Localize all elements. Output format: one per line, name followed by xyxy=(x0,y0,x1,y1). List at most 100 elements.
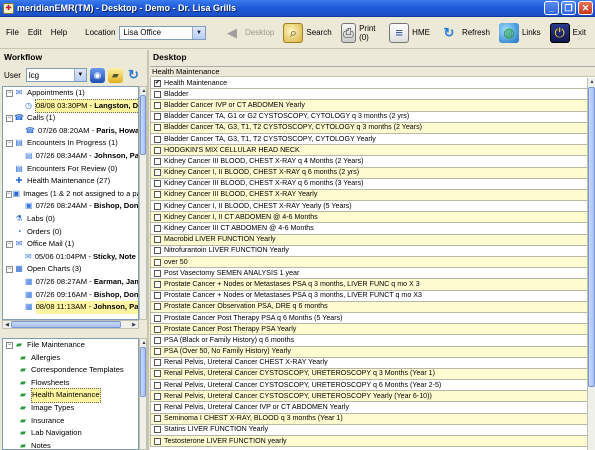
location-select[interactable]: Lisa Office ▼ xyxy=(119,25,206,40)
list-item[interactable]: Prostate Cancer Post Therapy PSA Yearly xyxy=(150,324,587,336)
workflow-vertical-scrollbar[interactable]: ▲ xyxy=(139,86,147,320)
list-item[interactable]: Prostate Cancer + Nodes or Metastases PS… xyxy=(150,290,587,302)
row-checkbox[interactable] xyxy=(154,404,161,412)
row-checkbox[interactable] xyxy=(154,292,161,300)
menu-file[interactable]: File xyxy=(6,28,19,37)
select-all-checkbox[interactable]: ✔ xyxy=(154,79,161,87)
scroll-up-icon[interactable]: ▲ xyxy=(588,78,595,85)
links-button[interactable]: ◍ Links xyxy=(498,22,541,43)
tree-folder[interactable]: − ✉ Office Mail (1) xyxy=(3,238,138,251)
row-checkbox[interactable] xyxy=(154,191,161,199)
row-checkbox[interactable] xyxy=(154,280,161,288)
list-item[interactable]: Renal Pelvis, Ureteral Cancer IVP or CT … xyxy=(150,402,587,414)
minimize-icon[interactable]: _ xyxy=(544,1,559,15)
close-icon[interactable]: ✕ xyxy=(578,1,593,15)
tree-item[interactable]: ▦07/26 08:27AM - Earman, Jame xyxy=(3,276,138,289)
file-maintenance-scrollbar[interactable]: ▲ xyxy=(139,338,147,450)
tree-item[interactable]: ▦08/08 11:13AM - Johnson, Paul xyxy=(3,301,138,314)
list-item[interactable]: Nitrofurantoin LIVER FUNCTION Yearly xyxy=(150,245,587,257)
tree-folder[interactable]: ◔ Orders (0) xyxy=(3,226,138,239)
file-maintenance-item[interactable]: ▰ Health Maintenance xyxy=(3,388,138,403)
file-maintenance-root[interactable]: − ▰ File Maintenance xyxy=(3,339,138,352)
collapse-icon[interactable]: − xyxy=(6,266,13,274)
list-item[interactable]: Bladder Cancer TA, G1 or G2 CYSTOSCOPY, … xyxy=(150,111,587,123)
row-checkbox[interactable] xyxy=(154,180,161,188)
list-item[interactable]: Kidney Cancer I, II CT ABDOMEN @ 4-6 Mon… xyxy=(150,212,587,224)
collapse-icon[interactable]: − xyxy=(6,140,13,148)
file-maintenance-tree[interactable]: − ▰ File Maintenance ▰ Allergies ▰ Correspo… xyxy=(2,338,139,450)
row-checkbox[interactable] xyxy=(154,437,161,445)
workflow-horizontal-scrollbar[interactable]: ◀ ▶ xyxy=(2,320,139,329)
tree-folder[interactable]: ▤ Encounters For Review (0) xyxy=(3,163,138,176)
row-checkbox[interactable] xyxy=(154,381,161,389)
chevron-down-icon[interactable]: ▼ xyxy=(73,69,86,81)
list-item[interactable]: Renal Pelvis, Ureteral Cancer CYSTOSCOPY… xyxy=(150,391,587,403)
collapse-icon[interactable]: − xyxy=(6,114,13,122)
row-checkbox[interactable] xyxy=(154,169,161,177)
hme-button[interactable]: ≡ HME xyxy=(389,22,430,43)
file-maintenance-item[interactable]: ▰ Notes xyxy=(3,440,138,449)
scroll-thumb[interactable] xyxy=(140,95,146,155)
workflow-filter-icon[interactable]: ◉ xyxy=(89,67,105,83)
list-item[interactable]: Renal Pelvis, Ureteral Cancer CHEST X-RA… xyxy=(150,357,587,369)
list-item[interactable]: Kidney Cancer III BLOOD, CHEST X-RAY q 6… xyxy=(150,178,587,190)
scroll-left-icon[interactable]: ◀ xyxy=(3,321,11,328)
file-maintenance-item[interactable]: ▰ Correspondence Templates xyxy=(3,364,138,377)
tree-folder[interactable]: ✚ Health Maintenance (27) xyxy=(3,175,138,188)
row-checkbox[interactable] xyxy=(154,258,161,266)
file-maintenance-item[interactable]: ▰ Lab Navigation xyxy=(3,427,138,440)
vertical-splitter[interactable] xyxy=(147,50,149,450)
list-item[interactable]: Prostate Cancer Observation PSA, DRE q 6… xyxy=(150,301,587,313)
search-button[interactable]: ⌕ Search xyxy=(283,22,332,43)
list-item[interactable]: Kidney Cancer III BLOOD, CHEST X-RAY Yea… xyxy=(150,189,587,202)
refresh-icon[interactable]: ↻ xyxy=(126,67,141,83)
workflow-tree[interactable]: − ✉ Appointments (1) ◷ 08/08 03:30PM - Langs… xyxy=(2,86,139,320)
tree-folder[interactable]: − ▤ Encounters In Progress (1) xyxy=(3,137,138,150)
list-item[interactable]: Kidney Cancer I, II BLOOD, CHEST X-RAY q… xyxy=(150,167,587,179)
list-item[interactable]: Bladder Cancer IVP or CT ABDOMEN Yearly xyxy=(150,100,587,112)
row-checkbox[interactable] xyxy=(154,113,161,121)
file-maintenance-item[interactable]: ▰ Allergies xyxy=(3,352,138,365)
collapse-icon[interactable]: − xyxy=(6,190,12,198)
list-item[interactable]: Bladder Cancer TA, G3, T1, T2 CYSTOSCOPY… xyxy=(150,122,587,134)
row-checkbox[interactable] xyxy=(154,303,161,311)
desktop-button[interactable]: ◀ Desktop xyxy=(222,23,274,43)
list-item[interactable]: HODGKIN'S MIX CELLULAR HEAD NECK xyxy=(150,145,587,157)
row-checkbox[interactable] xyxy=(154,314,161,322)
list-item[interactable]: Renal Pelvis, Ureteral Cancer CYSTOSCOPY… xyxy=(150,380,587,392)
tree-item[interactable]: ▤07/26 08:34AM - Johnson, Paul xyxy=(3,150,138,163)
list-item[interactable]: Kidney Cancer I, II BLOOD, CHEST X-RAY Y… xyxy=(150,201,587,213)
collapse-icon[interactable]: − xyxy=(6,341,13,349)
desktop-scrollbar[interactable]: ▲ xyxy=(587,78,595,450)
row-checkbox[interactable] xyxy=(154,426,161,434)
row-checkbox[interactable] xyxy=(154,157,161,165)
collapse-icon[interactable]: − xyxy=(6,240,13,248)
row-checkbox[interactable] xyxy=(154,101,161,109)
list-item[interactable]: PSA (Black or Family History) q 6 months xyxy=(150,335,587,347)
list-item[interactable]: Post Vasectomy SEMEN ANALYSIS 1 year xyxy=(150,268,587,280)
chevron-down-icon[interactable]: ▼ xyxy=(192,26,205,39)
list-item[interactable]: Kidney Cancer III CT ABDOMEN @ 4-6 Month… xyxy=(150,223,587,235)
list-item[interactable]: Prostate Cancer + Nodes or Metastases PS… xyxy=(150,279,587,291)
row-checkbox[interactable] xyxy=(154,135,161,143)
row-checkbox[interactable] xyxy=(154,348,161,356)
row-checkbox[interactable] xyxy=(154,247,161,255)
exit-button[interactable]: ⏻ Exit xyxy=(549,22,586,43)
print-button[interactable]: ⎙ Print (0) xyxy=(340,22,380,43)
file-maintenance-item[interactable]: ▰ Image Types xyxy=(3,402,138,415)
list-item[interactable]: Macrobid LIVER FUNCTION Yearly xyxy=(150,234,587,246)
maximize-icon[interactable]: ❐ xyxy=(561,1,576,15)
row-checkbox[interactable] xyxy=(154,370,161,378)
list-item[interactable]: PSA (Over 50, No Family History) Yearly xyxy=(150,346,587,358)
collapse-icon[interactable]: − xyxy=(6,89,13,97)
list-item[interactable]: Statins LIVER FUNCTION Yearly xyxy=(150,424,587,436)
row-checkbox[interactable] xyxy=(154,202,161,210)
row-checkbox[interactable] xyxy=(154,213,161,221)
tree-item[interactable]: ▦07/26 09:16AM - Bishop, Don, . xyxy=(3,289,138,302)
list-item[interactable]: over 50 xyxy=(150,257,587,269)
tree-item[interactable]: ▣07/26 08:24AM - Bishop, Don - ( xyxy=(3,200,138,213)
scroll-thumb[interactable] xyxy=(588,87,595,387)
list-item[interactable]: Prostate Cancer Post Therapy PSA q 6 Mon… xyxy=(150,312,587,325)
folder-icon[interactable]: ▰ xyxy=(107,67,123,83)
row-checkbox[interactable] xyxy=(154,90,161,98)
